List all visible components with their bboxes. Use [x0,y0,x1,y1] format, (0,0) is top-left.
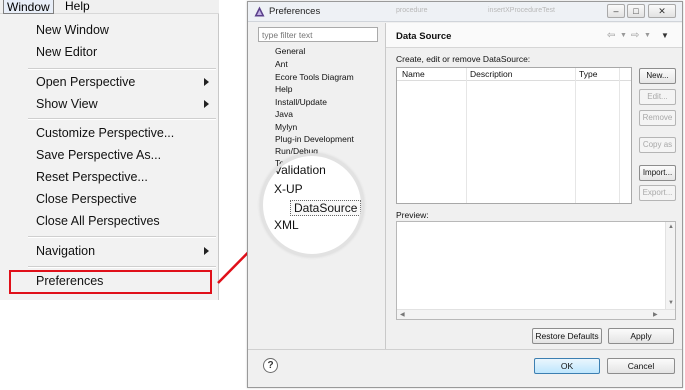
datasource-table[interactable]: Name Description Type [396,67,632,204]
column-divider [619,68,620,203]
column-header-type[interactable]: Type [579,69,597,79]
tree-item-general[interactable]: General [275,46,305,56]
scroll-right-icon[interactable]: ▶ [653,311,658,318]
preferences-app-icon [254,6,265,17]
remove-button[interactable]: Remove [639,110,676,126]
back-arrow-icon[interactable]: ⇦ [607,30,615,41]
zoom-tree-item-datasource[interactable]: DataSource [290,200,361,216]
menu-separator [28,118,216,120]
tree-item-ant[interactable]: Ant [275,59,288,69]
copy-as-button[interactable]: Copy as [639,137,676,153]
horizontal-scrollbar[interactable]: ◀ ▶ [397,309,675,319]
ok-button[interactable]: OK [534,358,600,374]
window-menu: New Window New Editor Open Perspective S… [0,14,219,300]
export-button[interactable]: Export... [639,185,676,201]
menubar-help[interactable]: Help [62,0,93,14]
menu-item-customize-perspective[interactable]: Customize Perspective... [36,126,174,140]
page-header: Data Source ⇦ ▼ ⇨ ▼ ▼ [386,23,682,48]
column-divider [575,68,576,203]
menu-separator [28,68,216,70]
minimize-icon[interactable]: – [607,4,625,18]
back-dropdown-icon[interactable]: ▼ [620,32,627,39]
menu-item-navigation[interactable]: Navigation [36,244,95,258]
close-icon[interactable]: ✕ [648,4,676,18]
preview-area[interactable]: ▲ ▼ ◀ ▶ [396,221,676,320]
tree-item-ecore-tools[interactable]: Ecore Tools Diagram [275,72,354,82]
view-menu-icon[interactable]: ▼ [661,31,669,40]
menu-item-close-perspective[interactable]: Close Perspective [36,192,137,206]
forward-arrow-icon[interactable]: ⇨ [631,30,639,41]
scroll-up-icon[interactable]: ▲ [668,224,674,230]
menu-separator [28,266,216,268]
dialog-title: Preferences [269,6,321,17]
submenu-arrow-icon [204,247,209,255]
scroll-left-icon[interactable]: ◀ [400,311,405,318]
background-tab-label: insertXProcedureTest [488,7,555,14]
menu-item-save-perspective-as[interactable]: Save Perspective As... [36,148,161,162]
tree-item-mylyn[interactable]: Mylyn [275,122,297,132]
column-divider [466,68,467,203]
bottom-separator [248,349,682,350]
zoom-tree-item-xml[interactable]: XML [274,218,299,232]
page-description: Create, edit or remove DataSource: [396,54,531,64]
background-tab-label: procedure [396,7,428,14]
menubar-window[interactable]: Window [3,0,54,14]
apply-button[interactable]: Apply [608,328,674,344]
tree-item-java[interactable]: Java [275,109,293,119]
menu-item-show-view[interactable]: Show View [36,97,98,111]
dialog-titlebar[interactable]: Preferences procedure insertXProcedureTe… [248,2,682,22]
column-header-name[interactable]: Name [402,69,425,79]
edit-button[interactable]: Edit... [639,89,676,105]
menu-item-new-editor[interactable]: New Editor [36,45,97,59]
scroll-down-icon[interactable]: ▼ [668,300,674,306]
table-header: Name Description Type [397,68,631,81]
preview-label: Preview: [396,210,429,220]
cancel-button[interactable]: Cancel [607,358,675,374]
menu-item-close-all-perspectives[interactable]: Close All Perspectives [36,214,160,228]
page-title: Data Source [396,31,452,42]
filter-input[interactable] [258,27,378,42]
help-icon[interactable]: ? [263,358,278,373]
tree-item-plugin-development[interactable]: Plug-in Development [275,134,354,144]
restore-defaults-button[interactable]: Restore Defaults [532,328,602,344]
zoom-tree-item-x-up[interactable]: X-UP [274,182,303,196]
submenu-arrow-icon [204,78,209,86]
datasource-page: Data Source ⇦ ▼ ⇨ ▼ ▼ Create, edit or re… [386,23,682,349]
column-header-description[interactable]: Description [470,69,513,79]
menu-item-open-perspective[interactable]: Open Perspective [36,75,135,89]
forward-dropdown-icon[interactable]: ▼ [644,32,651,39]
tree-item-install-update[interactable]: Install/Update [275,97,327,107]
zoom-callout: Validation X-UP DataSource XML [260,153,364,257]
submenu-arrow-icon [204,100,209,108]
menubar: Window Help [0,0,219,14]
preferences-highlight-box [9,270,212,294]
menu-item-reset-perspective[interactable]: Reset Perspective... [36,170,148,184]
menu-separator [28,236,216,238]
menu-item-new-window[interactable]: New Window [36,23,109,37]
new-button[interactable]: New... [639,68,676,84]
import-button[interactable]: Import... [639,165,676,181]
zoom-tree-item-validation[interactable]: Validation [274,163,326,177]
maximize-icon[interactable]: □ [627,4,645,18]
tree-item-help[interactable]: Help [275,84,292,94]
vertical-scrollbar[interactable]: ▲ ▼ [665,222,675,310]
